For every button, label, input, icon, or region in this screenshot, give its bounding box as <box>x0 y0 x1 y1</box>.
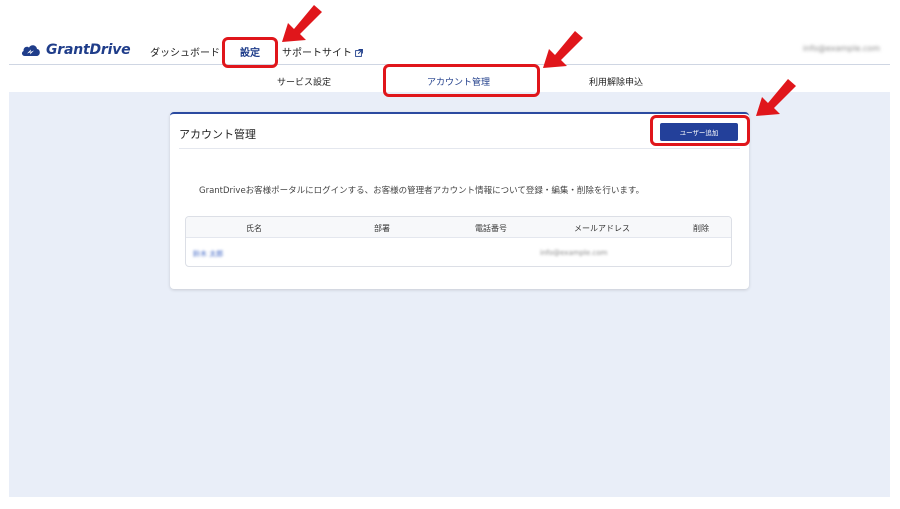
user-account-menu[interactable]: info@example.com <box>803 44 880 53</box>
accounts-table: 氏名 部署 電話番号 メールアドレス 削除 鈴木 太郎 info@example… <box>185 216 732 267</box>
annotation-arrow-icon <box>756 79 796 116</box>
annotation-arrow-icon <box>282 5 322 42</box>
cloud-logo-icon <box>21 45 40 56</box>
tab-service-settings[interactable]: サービス設定 <box>277 75 331 88</box>
card-title: アカウント管理 <box>179 128 256 141</box>
tab-cancellation[interactable]: 利用解除申込 <box>589 75 643 88</box>
column-header-delete: 削除 <box>693 224 709 233</box>
card-divider <box>179 148 740 149</box>
main-content: アカウント管理 ユーザー追加 GrantDriveお客様ポータルにログインする、… <box>9 92 890 497</box>
brand-logo[interactable]: GrantDrive <box>20 41 131 59</box>
external-link-icon <box>355 49 363 57</box>
nav-support-label: サポートサイト <box>282 48 352 59</box>
table-header: 氏名 部署 電話番号 メールアドレス 削除 <box>186 217 731 238</box>
top-navigation-bar: GrantDrive ダッシュボード 設定 サポートサイト info@examp… <box>9 26 890 65</box>
screen: GrantDrive ダッシュボード 設定 サポートサイト info@examp… <box>0 0 900 509</box>
nav-dashboard[interactable]: ダッシュボード <box>150 44 220 59</box>
column-header-name: 氏名 <box>246 224 262 233</box>
column-header-phone: 電話番号 <box>475 224 507 233</box>
column-header-department: 部署 <box>374 224 390 233</box>
highlight-settings <box>222 37 278 68</box>
column-header-email: メールアドレス <box>574 224 630 233</box>
highlight-add-user <box>650 115 750 146</box>
brand-name: GrantDrive <box>46 42 131 58</box>
nav-support-site[interactable]: サポートサイト <box>282 44 363 59</box>
highlight-account-tab <box>383 64 540 97</box>
row-name-link[interactable]: 鈴木 太郎 <box>193 249 223 259</box>
card-description: GrantDriveお客様ポータルにログインする、お客様の管理者アカウント情報に… <box>199 186 645 196</box>
annotation-arrow-icon <box>543 31 583 68</box>
row-email: info@example.com <box>540 249 608 257</box>
